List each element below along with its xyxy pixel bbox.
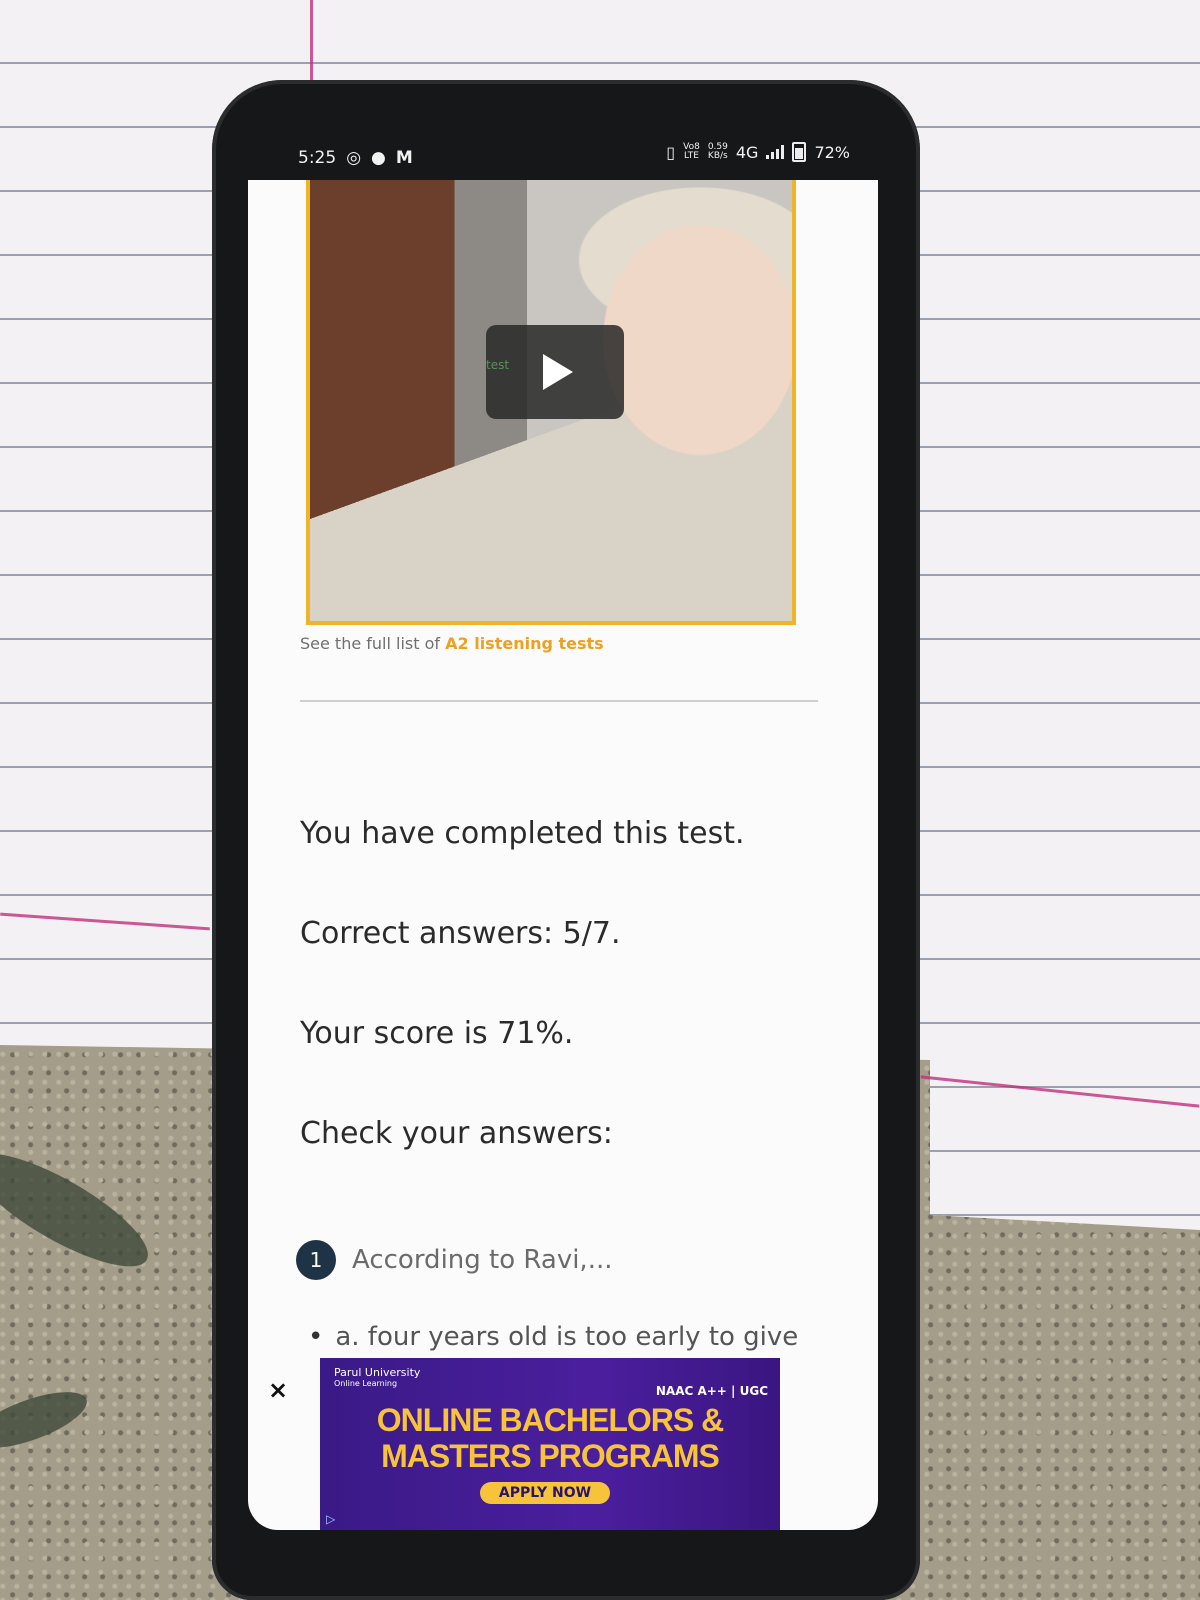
ad-title: ONLINE BACHELORS & MASTERS PROGRAMS bbox=[376, 1402, 724, 1474]
correct-answers: Correct answers: 5/7. bbox=[300, 916, 621, 951]
advertisement-banner[interactable]: Parul University Online Learning NAAC A+… bbox=[320, 1358, 780, 1530]
check-answers-heading: Check your answers: bbox=[300, 1116, 613, 1151]
battery-icon bbox=[792, 142, 807, 162]
ad-close-button[interactable]: × bbox=[268, 1376, 288, 1404]
answer-option: a. four years old is too early to give bbox=[308, 1322, 798, 1352]
score: Your score is 71%. bbox=[300, 1016, 574, 1051]
a2-listening-tests-link[interactable]: A2 listening tests bbox=[445, 634, 604, 653]
play-icon bbox=[543, 354, 573, 390]
ad-info-icon[interactable]: ▷ bbox=[326, 1512, 335, 1526]
volte-indicator: Vo8 LTE bbox=[683, 142, 700, 161]
video-watermark: test bbox=[486, 358, 510, 372]
gmail-icon: M bbox=[395, 148, 413, 168]
location-icon: ● bbox=[371, 148, 386, 168]
video-player[interactable]: test bbox=[306, 180, 796, 625]
caption: See the full list of A2 listening tests bbox=[300, 634, 604, 653]
caption-text: See the full list of bbox=[300, 634, 446, 653]
question-prompt: According to Ravi,... bbox=[352, 1245, 613, 1275]
apply-now-button[interactable]: APPLY NOW bbox=[480, 1482, 610, 1504]
whatsapp-icon: ◎ bbox=[346, 148, 362, 168]
battery-percent: 72% bbox=[814, 142, 850, 162]
question-item: 1 According to Ravi,... bbox=[296, 1240, 613, 1280]
network-type: 4G bbox=[735, 142, 759, 162]
signal-icon bbox=[766, 145, 785, 159]
browser-page[interactable]: test See the full list of A2 listening t… bbox=[248, 180, 878, 1530]
ad-accreditation-badges: NAAC A++ | UGC bbox=[655, 1384, 768, 1398]
status-bar: 5:25 ◎ ● M ▯ Vo8 LTE 0.59 KB/s 4G 72% bbox=[240, 128, 890, 180]
ad-brand: Parul University Online Learning bbox=[334, 1366, 421, 1388]
network-speed: 0.59 KB/s bbox=[707, 142, 728, 161]
question-number-badge: 1 bbox=[296, 1240, 336, 1280]
status-time: 5:25 bbox=[298, 148, 337, 168]
play-button[interactable] bbox=[486, 325, 624, 419]
divider bbox=[300, 700, 818, 702]
vibrate-icon: ▯ bbox=[666, 142, 676, 162]
paper-margin-line bbox=[310, 0, 313, 90]
completed-message: You have completed this test. bbox=[300, 816, 745, 851]
